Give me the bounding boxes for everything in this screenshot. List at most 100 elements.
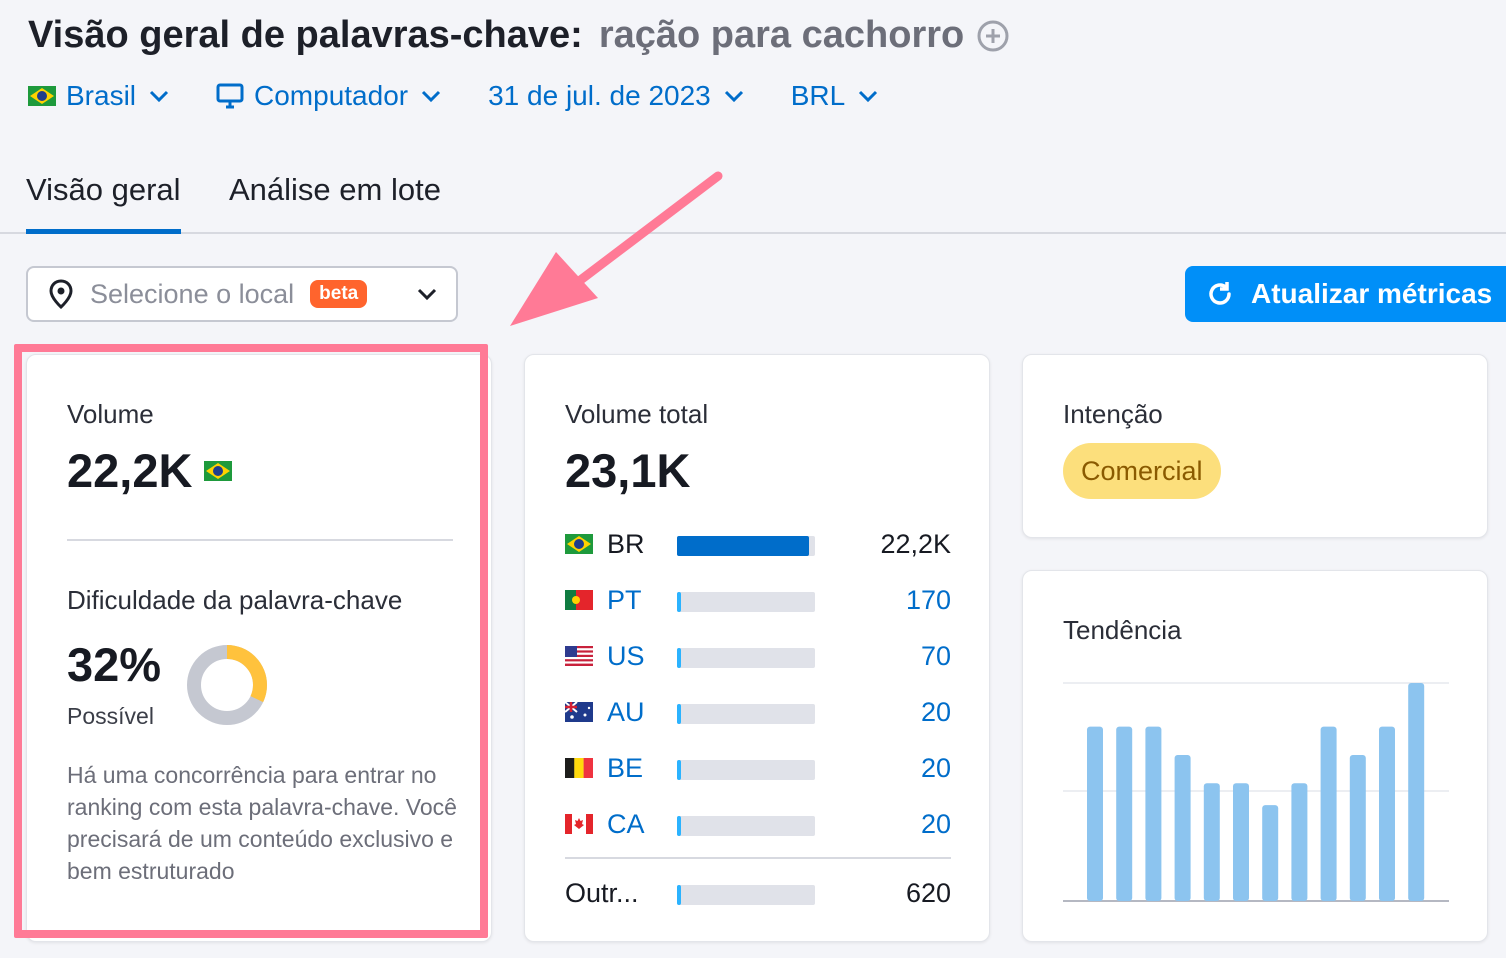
chevron-down-icon: [416, 287, 438, 301]
country-code[interactable]: BE: [607, 753, 667, 784]
country-code[interactable]: CA: [607, 809, 667, 840]
country-row-others: Outr... 620: [565, 873, 951, 913]
trend-bar: [1320, 726, 1337, 901]
beta-badge: beta: [310, 280, 368, 308]
intent-label: Intenção: [1063, 399, 1163, 429]
difficulty-description: Há uma concorrência para entrar no ranki…: [67, 762, 457, 884]
country-row-us[interactable]: US 70: [565, 636, 951, 676]
country-row-pt[interactable]: PT 170: [565, 580, 951, 620]
trend-bar: [1408, 683, 1425, 901]
share-bar: [677, 760, 815, 780]
country-code: BR: [607, 528, 645, 559]
trend-bar: [1291, 783, 1308, 901]
share-bar-fill: [677, 816, 682, 836]
device-filter[interactable]: Computador: [216, 80, 442, 112]
chevron-down-icon: [420, 89, 442, 103]
location-placeholder: Selecione o local: [90, 278, 295, 309]
usa-flag-icon: [565, 646, 595, 666]
page-header: Visão geral de palavras-chave: ração par…: [28, 14, 1010, 57]
desktop-icon: [216, 83, 244, 109]
country-volume[interactable]: 20: [921, 809, 951, 840]
country-row-be[interactable]: BE 20: [565, 748, 951, 788]
location-select[interactable]: Selecione o local beta: [26, 266, 458, 322]
volume-label: Volume: [67, 399, 154, 429]
share-bar-fill: [677, 704, 682, 724]
country-volume[interactable]: 70: [921, 641, 951, 672]
canada-flag-icon: [565, 814, 595, 834]
chevron-down-icon: [857, 89, 879, 103]
country-row-br: BR 22,2K: [565, 524, 951, 564]
refresh-icon: [1205, 279, 1235, 309]
brazil-flag-icon: [204, 460, 233, 481]
filter-bar: Brasil Computador 31 de jul. de 2023 BRL: [28, 80, 925, 112]
trend-chart: [1063, 682, 1449, 902]
date-filter[interactable]: 31 de jul. de 2023: [488, 80, 745, 112]
difficulty-value: 32%: [67, 638, 162, 691]
intent-card: Intenção Comercial: [1022, 354, 1488, 538]
brazil-flag-icon: [28, 86, 56, 106]
tab-bar: Visão geral Análise em lote: [0, 160, 1506, 234]
currency-filter[interactable]: BRL: [791, 80, 879, 112]
others-label: Outr...: [565, 877, 639, 908]
tab-overview[interactable]: Visão geral: [26, 172, 181, 234]
share-bar: [677, 885, 815, 905]
trend-label: Tendência: [1063, 615, 1182, 645]
portugal-flag-icon: [565, 590, 595, 610]
others-volume: 620: [905, 877, 951, 908]
country-filter[interactable]: Brasil: [28, 80, 170, 112]
trend-bar: [1174, 754, 1191, 901]
trend-card: Tendência: [1022, 570, 1488, 942]
share-bar: [677, 648, 815, 668]
date-label: 31 de jul. de 2023: [488, 80, 711, 111]
update-metrics-button[interactable]: Atualizar métricas: [1185, 266, 1506, 322]
chevron-down-icon: [723, 89, 745, 103]
brazil-flag-icon: [565, 534, 595, 554]
tab-batch-analysis[interactable]: Análise em lote: [229, 172, 441, 234]
trend-bar: [1262, 805, 1279, 901]
country-code[interactable]: AU: [607, 697, 667, 728]
country-label: Brasil: [66, 80, 137, 111]
country-row-au[interactable]: AU 20: [565, 692, 951, 732]
page-title: Visão geral de palavras-chave:: [28, 14, 583, 56]
divider: [67, 539, 453, 541]
add-circle-icon[interactable]: [976, 19, 1010, 53]
share-bar-fill: [677, 885, 682, 905]
volume-value: 22,2K: [67, 444, 193, 497]
trend-bar: [1087, 726, 1103, 901]
intent-badge[interactable]: Comercial: [1063, 443, 1221, 499]
trend-bar: [1233, 783, 1249, 901]
location-pin-icon: [46, 278, 76, 310]
australia-flag-icon: [565, 702, 595, 722]
volume-card: Volume 22,2K Dificuldade da palavra-chav…: [26, 354, 492, 942]
share-bar-fill: [677, 536, 810, 556]
share-bar: [677, 592, 815, 612]
country-volume[interactable]: 20: [921, 697, 951, 728]
currency-label: BRL: [790, 80, 846, 111]
difficulty-donut: [187, 645, 267, 725]
total-volume-label: Volume total: [565, 399, 709, 429]
trend-bar: [1349, 754, 1366, 901]
belgium-flag-icon: [565, 758, 595, 778]
total-volume-value: 23,1K: [565, 444, 691, 497]
difficulty-level: Possível: [67, 703, 154, 729]
trend-bar: [1379, 726, 1395, 901]
chevron-down-icon: [148, 89, 170, 103]
country-code[interactable]: PT: [607, 585, 667, 616]
total-volume-card: Volume total 23,1K BR 22,2K PT 170 US 70…: [524, 354, 990, 942]
difficulty-label: Dificuldade da palavra-chave: [67, 585, 403, 615]
country-volume[interactable]: 20: [921, 753, 951, 784]
country-volume[interactable]: 170: [906, 585, 951, 616]
device-label: Computador: [254, 80, 409, 111]
country-code[interactable]: US: [607, 641, 667, 672]
country-volume: 22,2K: [880, 528, 951, 559]
share-bar-fill: [677, 592, 682, 612]
divider: [565, 857, 951, 859]
keyword-text: ração para cachorro: [598, 14, 965, 56]
share-bar: [677, 536, 815, 556]
share-bar-fill: [677, 760, 682, 780]
share-bar: [677, 816, 815, 836]
country-row-ca[interactable]: CA 20: [565, 804, 951, 844]
trend-bar: [1145, 726, 1162, 901]
trend-bar: [1203, 783, 1220, 901]
update-metrics-label: Atualizar métricas: [1251, 278, 1493, 309]
